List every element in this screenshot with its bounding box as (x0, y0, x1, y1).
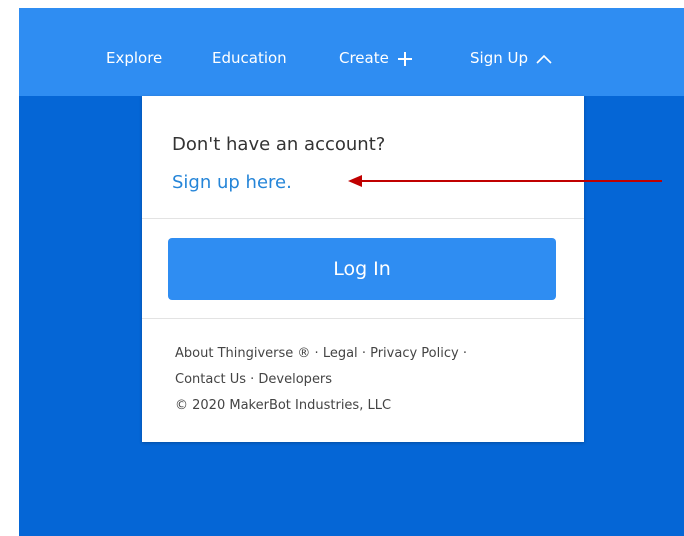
footer-separator: · (462, 346, 467, 361)
nav-sign-up[interactable]: Sign Up (470, 48, 552, 68)
nav-sign-up-label: Sign Up (470, 49, 528, 67)
footer-separator: · (314, 346, 319, 361)
main-nav: Explore Education Create Sign Up (19, 48, 684, 72)
footer-links-row-2: Contact Us · Developers (175, 372, 332, 387)
top-navigation-bar: Explore Education Create Sign Up (19, 8, 684, 96)
sign-up-link[interactable]: Sign up here. (172, 172, 292, 193)
nav-education[interactable]: Education (212, 48, 287, 68)
privacy-policy-link[interactable]: Privacy Policy (370, 346, 459, 361)
plus-icon (397, 51, 412, 66)
legal-link[interactable]: Legal (323, 346, 358, 361)
account-dropdown: Don't have an account? Sign up here. Log… (142, 96, 584, 442)
developers-link[interactable]: Developers (258, 372, 332, 387)
nav-explore[interactable]: Explore (106, 48, 162, 68)
footer-links-row-1: About Thingiverse ® · Legal · Privacy Po… (175, 346, 467, 361)
nav-create-label: Create (339, 49, 389, 67)
chevron-up-icon (536, 54, 552, 64)
footer-separator: · (361, 346, 366, 361)
contact-us-link[interactable]: Contact Us (175, 372, 246, 387)
footer-separator: · (250, 372, 255, 387)
copyright-text: © 2020 MakerBot Industries, LLC (175, 398, 392, 413)
no-account-prompt: Don't have an account? (172, 134, 386, 155)
nav-create[interactable]: Create (339, 48, 413, 68)
dropdown-divider-bottom (142, 318, 584, 319)
about-link[interactable]: About Thingiverse ® (175, 346, 310, 361)
log-in-button[interactable]: Log In (168, 238, 556, 300)
dropdown-divider-top (142, 218, 584, 219)
